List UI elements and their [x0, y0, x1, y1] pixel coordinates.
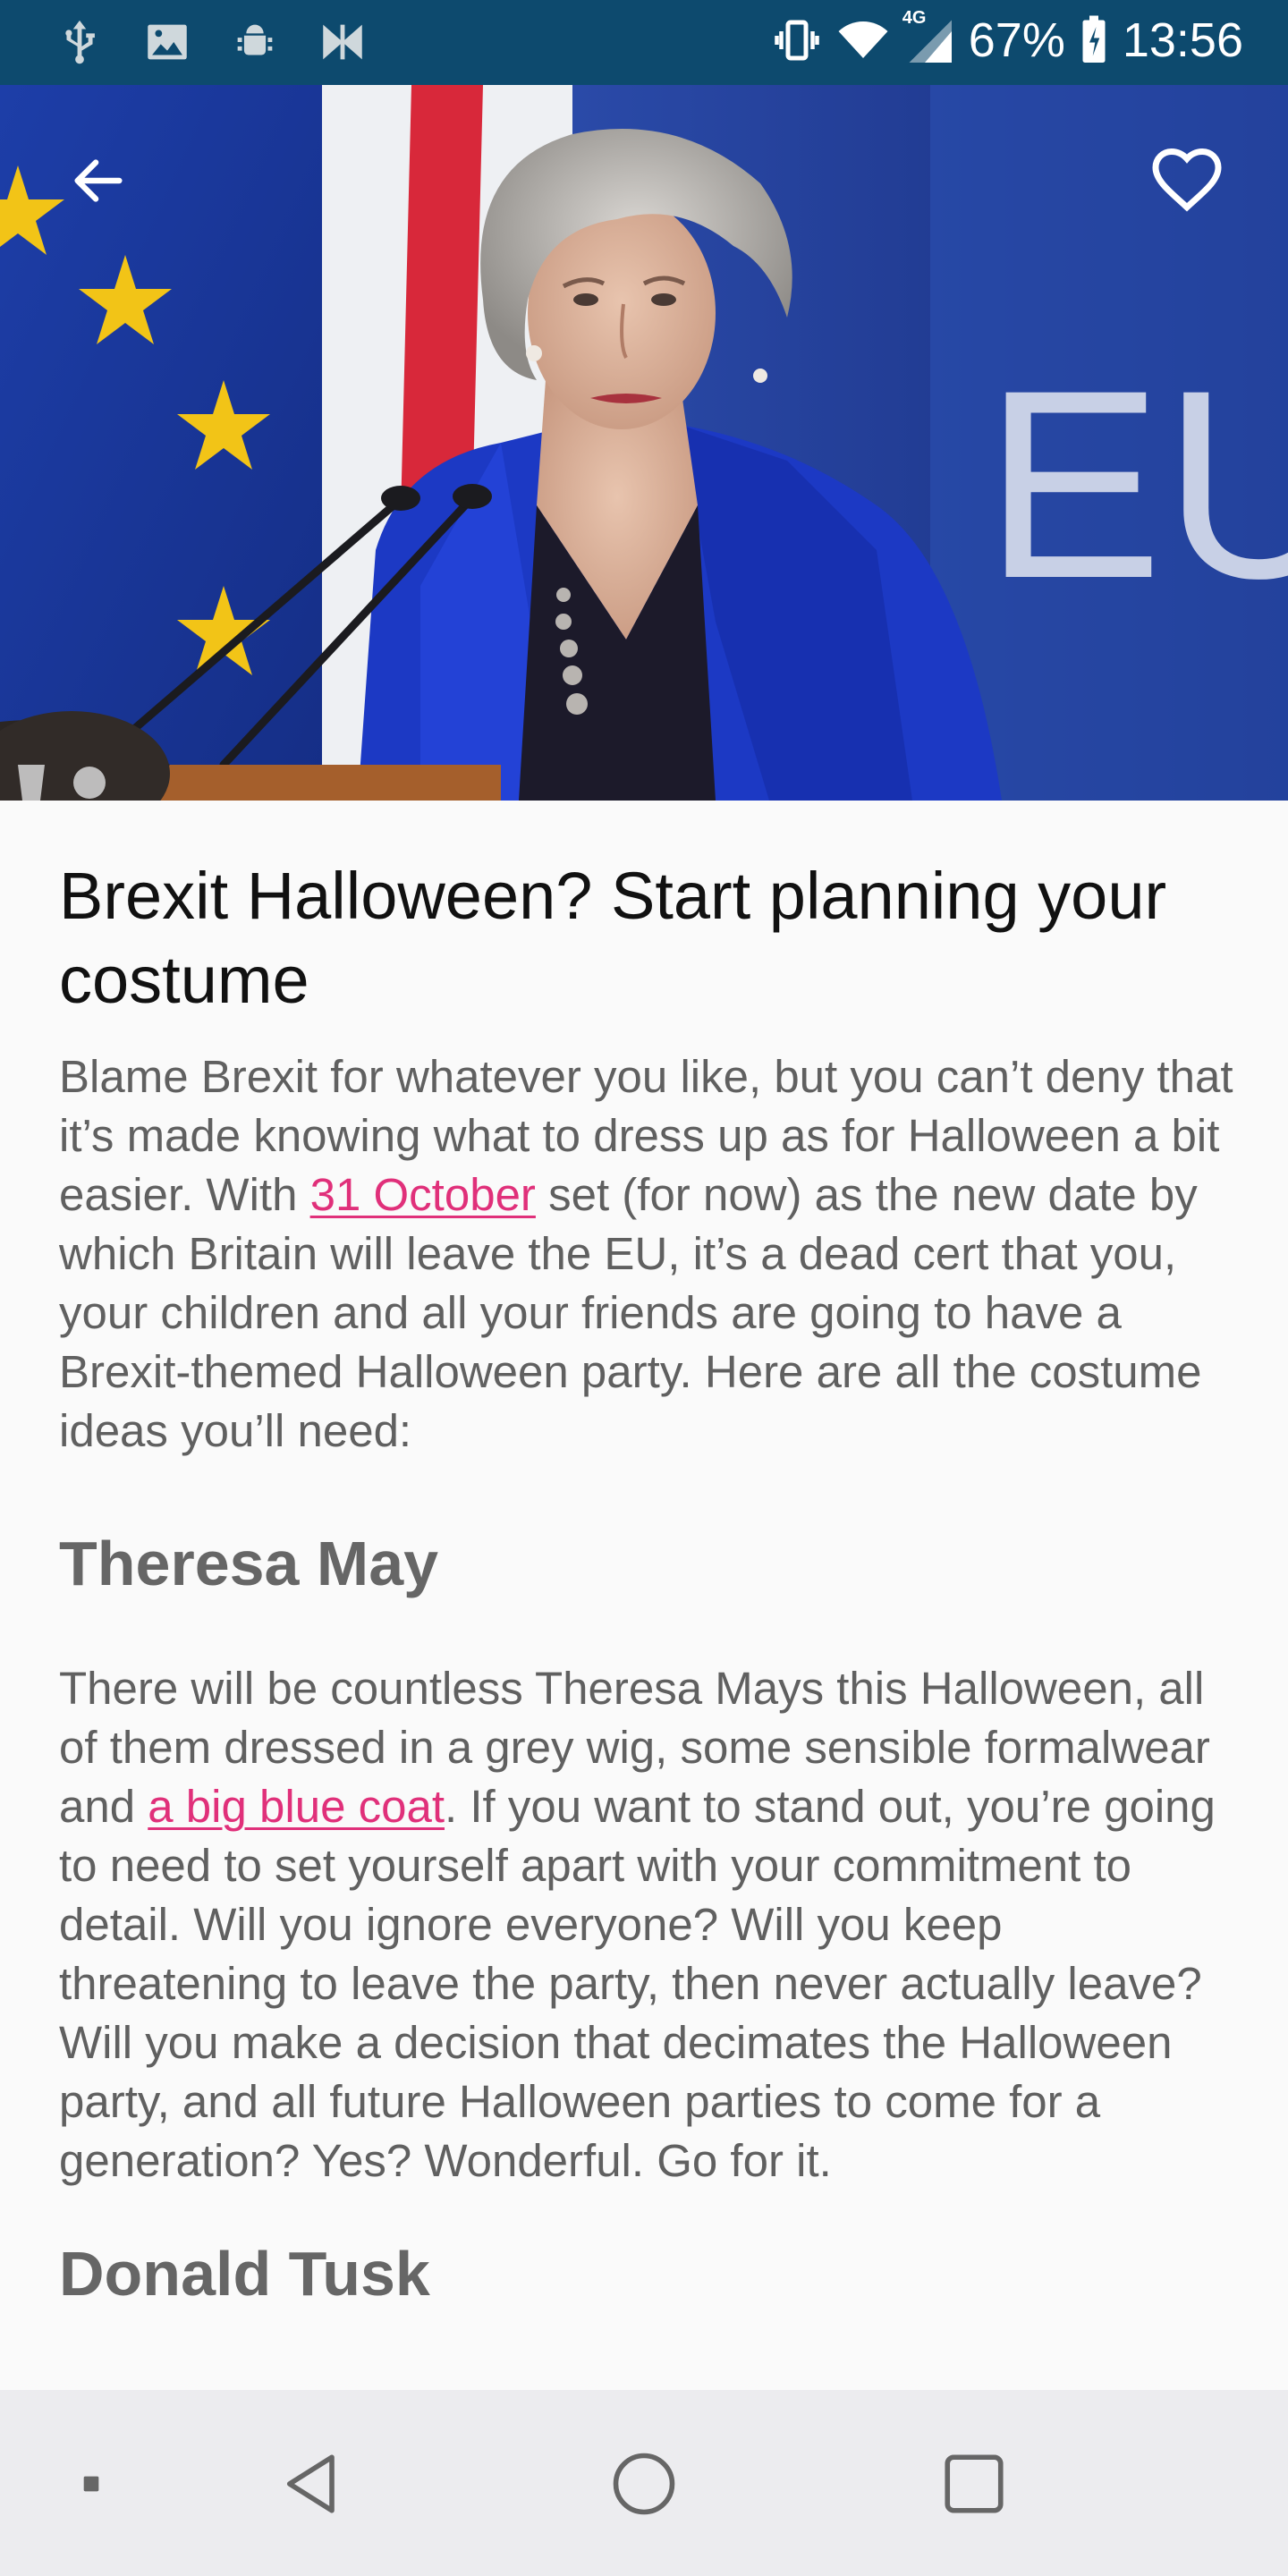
android-debug-icon — [229, 16, 281, 68]
square-dot-icon — [83, 2476, 99, 2492]
battery-percent: 67% — [968, 13, 1065, 67]
screen: 4G 67% 13:56 EU Brexit Halloween? Start … — [0, 0, 1288, 2576]
battery-charging-icon — [1078, 13, 1110, 67]
section-heading-donald-tusk: Donald Tusk — [59, 2239, 430, 2309]
recents-square-icon — [945, 2454, 1004, 2513]
section-text-part2: . If you want to stand out, you’re going… — [59, 1781, 1216, 2186]
arrow-left-icon — [74, 159, 123, 202]
image-icon — [141, 16, 193, 68]
back-button[interactable] — [49, 131, 148, 230]
back-triangle-icon — [286, 2454, 335, 2513]
nav-back-button[interactable] — [264, 2435, 362, 2533]
usb-icon — [54, 16, 106, 68]
article-intro: Blame Brexit for whatever you like, but … — [59, 1047, 1240, 1461]
hero-photo: EU — [0, 85, 1288, 801]
cellular-signal-icon: 4G — [902, 8, 956, 67]
nav-home-button[interactable] — [595, 2435, 693, 2533]
link-big-blue-coat[interactable]: a big blue coat — [148, 1781, 445, 1832]
article: Brexit Halloween? Start planning your co… — [59, 854, 1240, 2314]
backdrop-eu-text: EU — [984, 334, 1288, 634]
nav-recents-button[interactable] — [925, 2435, 1023, 2533]
nav-extra-button[interactable] — [42, 2435, 140, 2533]
network-type-label: 4G — [902, 8, 927, 28]
link-31-october[interactable]: 31 October — [310, 1169, 536, 1220]
favorite-button[interactable] — [1138, 131, 1236, 230]
hero-image: EU — [0, 85, 1288, 801]
article-title: Brexit Halloween? Start planning your co… — [59, 859, 1167, 1017]
notification-icons — [54, 16, 369, 68]
system-nav-bar — [0, 2390, 1288, 2576]
section-heading-theresa-may: Theresa May — [59, 1529, 439, 1598]
status-bar: 4G 67% 13:56 — [0, 0, 1288, 85]
section-body-theresa-may: There will be countless Theresa Mays thi… — [59, 1659, 1240, 2190]
system-status: 4G 67% 13:56 — [770, 8, 1243, 68]
clock: 13:56 — [1122, 13, 1243, 67]
vibrate-icon — [770, 13, 824, 67]
bowtie-app-icon — [317, 16, 369, 68]
home-circle-icon — [613, 2453, 675, 2515]
heart-outline-icon — [1152, 148, 1222, 212]
wifi-icon — [836, 13, 890, 67]
